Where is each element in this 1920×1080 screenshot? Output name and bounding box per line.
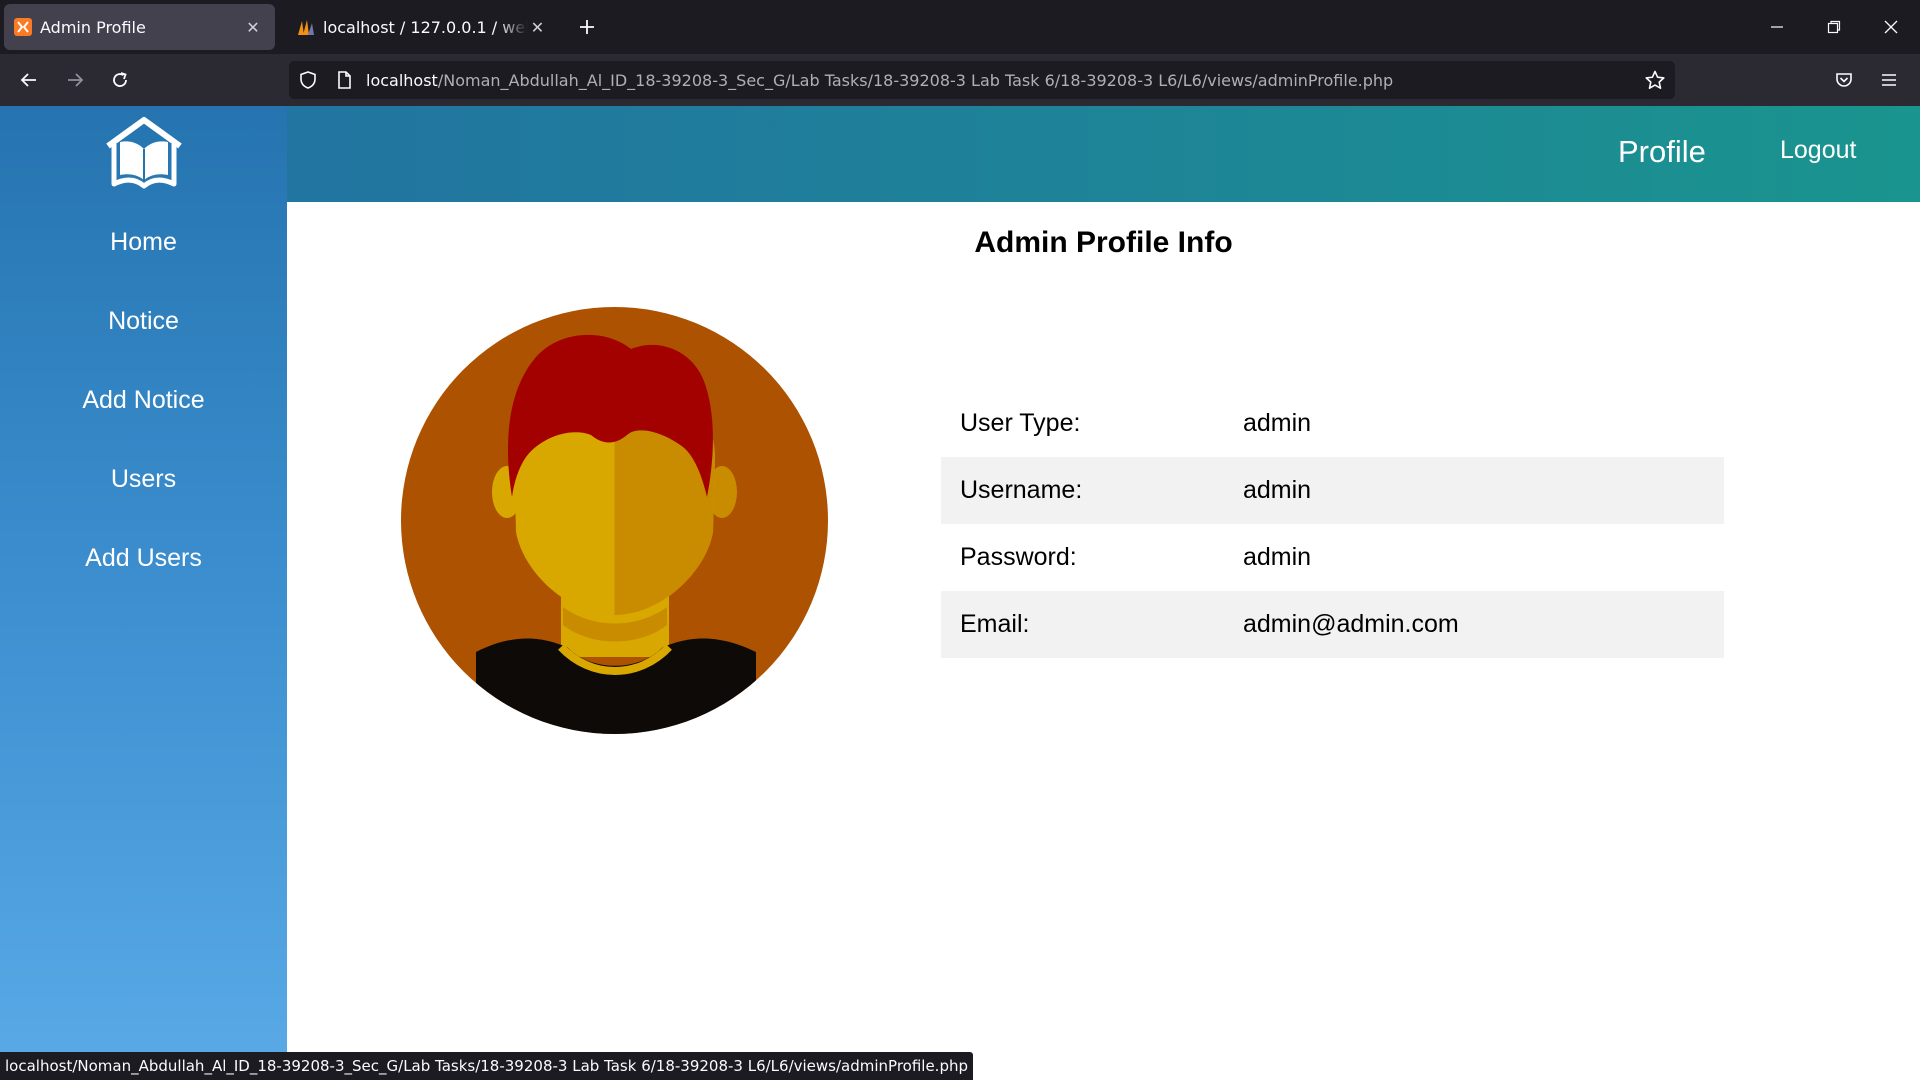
xampp-icon [14,18,32,36]
profile-link[interactable]: Profile [1618,134,1706,170]
page-viewport: Profile Logout Home Notice Add Notice Us… [0,106,1920,1080]
shield-icon[interactable] [298,70,318,90]
address-bar[interactable]: localhost/Noman_Abdullah_Al_ID_18-39208-… [289,61,1675,99]
phpmyadmin-icon [298,20,314,35]
arrow-left-icon [20,73,36,87]
minimize-icon [1771,26,1783,28]
sidebar-item-notice[interactable]: Notice [0,307,287,336]
close-window-button[interactable] [1863,0,1919,54]
restore-icon [1827,20,1841,34]
close-icon[interactable]: ✕ [528,15,547,39]
user-avatar-icon [401,307,828,734]
sidebar-item-home[interactable]: Home [0,228,287,257]
tab-title: Admin Profile [40,17,146,37]
field-label: Password: [960,543,1077,571]
tab-title: localhost / 127.0.0.1 / webtech / [323,17,528,37]
close-icon[interactable]: ✕ [241,15,265,39]
book-house-icon[interactable] [104,116,184,192]
restore-button[interactable] [1806,0,1862,54]
table-row: Email: admin@admin.com [941,591,1724,658]
profile-info-table: User Type: admin Username: admin Passwor… [941,390,1724,658]
sidebar: Home Notice Add Notice Users Add Users [0,106,287,1080]
reload-icon [113,72,127,87]
pocket-icon [1836,73,1852,87]
forward-button[interactable] [57,62,93,98]
page-title: Admin Profile Info [974,226,1233,259]
logout-link[interactable]: Logout [1780,136,1856,165]
close-icon [1884,20,1898,34]
field-label: User Type: [960,409,1081,437]
menu-button[interactable] [1871,62,1907,98]
status-bar-link-preview: localhost/Noman_Abdullah_Al_ID_18-39208-… [0,1052,974,1080]
arrow-right-icon [68,73,84,87]
field-label: Username: [960,476,1083,504]
browser-tab-bar: Admin Profile ✕ localhost / 127.0.0.1 / … [0,0,1920,54]
pocket-button[interactable] [1826,62,1862,98]
table-row: User Type: admin [941,390,1724,457]
table-row: Username: admin [941,457,1724,524]
browser-toolbar: localhost/Noman_Abdullah_Al_ID_18-39208-… [0,54,1920,106]
minimize-button[interactable] [1749,0,1805,54]
table-row: Password: admin [941,524,1724,591]
url-host: localhost [366,71,438,90]
page-icon[interactable] [334,70,354,90]
plus-icon [580,20,594,34]
url-path: /Noman_Abdullah_Al_ID_18-39208-3_Sec_G/L… [437,71,1394,90]
reload-button[interactable] [102,62,138,98]
sidebar-item-users[interactable]: Users [0,465,287,494]
tab-admin-profile[interactable]: Admin Profile ✕ [4,4,275,50]
field-value: admin [1243,543,1312,571]
field-value: admin [1243,476,1312,504]
field-value: admin [1243,409,1312,437]
sidebar-item-add-users[interactable]: Add Users [0,544,287,573]
field-label: Email: [960,610,1030,638]
back-button[interactable] [11,62,47,98]
field-value: admin@admin.com [1243,610,1459,638]
new-tab-button[interactable] [573,13,601,41]
bookmark-star-icon[interactable] [1644,69,1666,91]
hamburger-menu-icon [1882,74,1896,86]
top-header: Profile Logout [0,106,1920,202]
url-text[interactable]: localhost/Noman_Abdullah_Al_ID_18-39208-… [366,71,1393,90]
sidebar-item-add-notice[interactable]: Add Notice [0,386,287,415]
tab-phpmyadmin[interactable]: localhost / 127.0.0.1 / webtech / ✕ [287,4,557,50]
